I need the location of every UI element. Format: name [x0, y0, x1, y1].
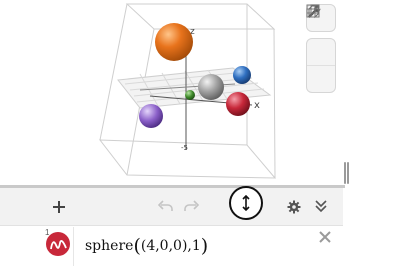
graphics-3d-view[interactable]: z x -5 [0, 0, 343, 185]
plus-icon [53, 201, 65, 213]
right-panel [343, 0, 400, 266]
add-button[interactable] [52, 200, 66, 214]
gray-sphere[interactable] [198, 74, 224, 100]
scene-canvas[interactable]: z x -5 [0, 0, 343, 185]
close-icon [319, 231, 331, 243]
close-paren: ) [200, 235, 209, 257]
orange-sphere[interactable] [155, 23, 193, 61]
x-axis-label: x [254, 100, 260, 111]
double-chevron-down-icon [315, 200, 327, 213]
settings-button[interactable] [287, 200, 301, 214]
view-cube-button[interactable] [307, 4, 335, 65]
redo-icon [184, 200, 199, 211]
graphics-style-tools [306, 4, 336, 93]
sphere-marker-icon [46, 232, 70, 256]
vertical-resize-grip[interactable] [344, 162, 349, 184]
view-tool-group [306, 4, 336, 93]
blue-sphere[interactable] [233, 66, 251, 84]
algebra-toolbar [0, 188, 343, 226]
redo-button[interactable] [183, 200, 199, 212]
resize-handle-icon [242, 195, 250, 211]
gear-icon [287, 200, 301, 214]
object-marker[interactable] [44, 229, 73, 266]
command-name: sphere [85, 238, 134, 254]
algebra-input[interactable]: sphere((4,0,0),1) [85, 235, 208, 257]
green-sphere[interactable] [185, 90, 195, 100]
command-args: (4,0,0),1 [140, 238, 201, 254]
delete-row-button[interactable] [318, 229, 332, 248]
open-paren: ( [133, 235, 141, 257]
row-divider [73, 227, 74, 266]
z-tick-label: -5 [181, 144, 188, 152]
red-sphere[interactable] [226, 92, 250, 116]
resize-handle[interactable] [229, 186, 263, 220]
purple-sphere[interactable] [139, 104, 163, 128]
grid-toggle-button[interactable] [306, 4, 335, 92]
undo-icon [158, 200, 173, 211]
collapse-button[interactable] [314, 199, 328, 213]
undo-button[interactable] [158, 200, 174, 212]
